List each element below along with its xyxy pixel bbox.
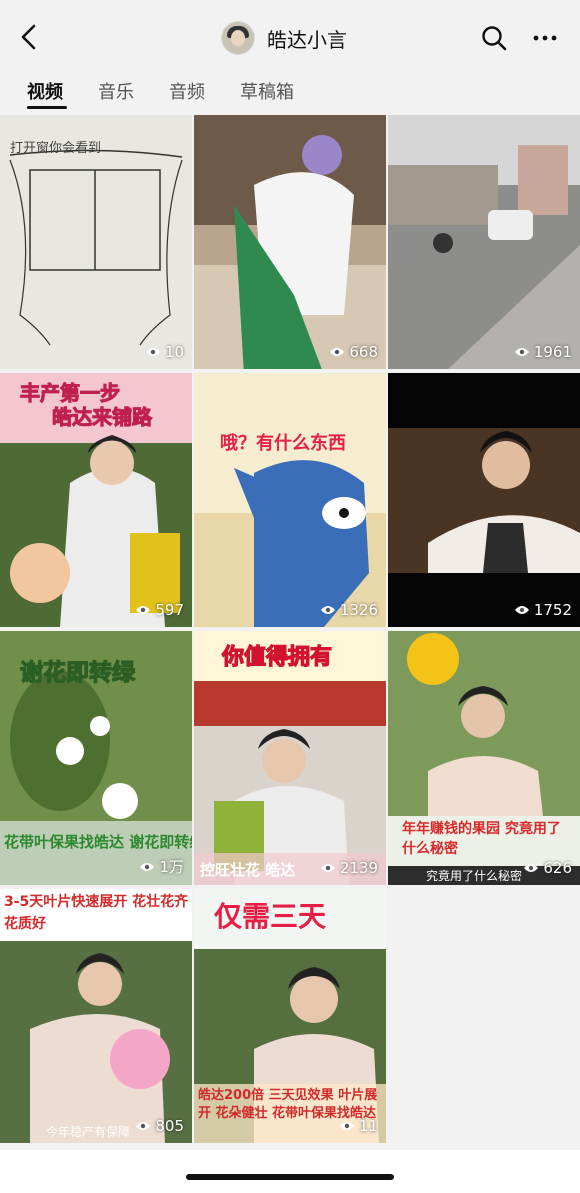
eye-icon: [320, 864, 335, 872]
video-caption-2: 控旺壮花 皓达: [200, 861, 296, 879]
tab-video[interactable]: 视频: [27, 78, 63, 104]
tab-music[interactable]: 音乐: [98, 78, 134, 104]
eye-icon: [339, 1122, 354, 1130]
eye-icon: [330, 348, 345, 356]
video-caption-2: 究竟用了什么秘密: [426, 869, 523, 883]
video-thumbnail[interactable]: 1961: [388, 115, 580, 369]
view-count-value: 626: [543, 859, 572, 877]
video-thumbnail[interactable]: 仅需三天 皓达200倍 三天见效果 叶片展开 花朵健壮 花带叶保果找皓达 11: [194, 889, 386, 1143]
video-thumbnail[interactable]: 丰产第一步 皓达来铺路 597: [0, 373, 192, 627]
chevron-left-icon[interactable]: [14, 22, 44, 52]
video-caption: 3-5天叶片快速展开 花壮花齐花质好: [4, 894, 189, 932]
video-caption: 你值得拥有: [221, 644, 333, 670]
video-caption: 年年赚钱的果园 究竟用了什么秘密: [402, 821, 561, 857]
avatar[interactable]: [221, 21, 255, 55]
eye-icon: [136, 606, 151, 614]
video-thumbnail[interactable]: 哦？有什么东西 1326: [194, 373, 386, 627]
video-thumbnail[interactable]: 3-5天叶片快速展开 花壮花齐花质好 今年稳产有保障 805: [0, 889, 192, 1143]
account-title[interactable]: 皓达小言: [221, 21, 347, 55]
search-icon[interactable]: [479, 23, 509, 53]
video-thumbnail[interactable]: 打开窗你会看到 10: [0, 115, 192, 369]
view-count: 1961: [514, 343, 572, 361]
eye-icon: [140, 862, 155, 871]
view-count: 1万: [139, 856, 184, 877]
view-count-value: 805: [155, 1117, 184, 1135]
eye-icon: [514, 348, 529, 356]
video-caption: 打开窗你会看到: [10, 141, 102, 156]
bottom-safe-area: [0, 1150, 580, 1193]
view-count-value: 1961: [533, 343, 572, 361]
eye-icon: [514, 606, 529, 614]
eye-icon: [524, 864, 539, 872]
view-count-value: 597: [155, 601, 184, 619]
view-count-value: 2139: [339, 859, 378, 877]
view-count-value: 11: [358, 1117, 378, 1135]
view-count: 2139: [320, 859, 378, 877]
eye-icon: [320, 606, 335, 614]
more-icon[interactable]: [530, 24, 560, 54]
video-caption: 哦？有什么东西: [220, 433, 346, 454]
view-count-value: 668: [349, 343, 378, 361]
video-thumbnail[interactable]: 668: [194, 115, 386, 369]
top-bar: 皓达小言: [0, 0, 580, 70]
view-count-value: 10: [164, 343, 184, 361]
view-count: 1326: [320, 601, 378, 619]
view-count-value: 1326: [339, 601, 378, 619]
view-count: 1752: [514, 601, 572, 619]
view-count-value: 1752: [533, 601, 572, 619]
view-count-value: 1万: [159, 858, 184, 876]
video-thumbnail[interactable]: 谢花即转绿 花带叶保果找皓达 谢花即转绿 1万: [0, 631, 192, 885]
view-count: 668: [329, 343, 378, 361]
tab-bar: 视频 音乐 音频 草稿箱: [0, 70, 580, 110]
video-thumbnail[interactable]: 年年赚钱的果园 究竟用了什么秘密 究竟用了什么秘密 626: [388, 631, 580, 885]
page-title: 皓达小言: [267, 27, 347, 52]
video-caption: 谢花即转绿: [19, 659, 135, 686]
view-count: 10: [145, 343, 184, 361]
tab-drafts[interactable]: 草稿箱: [240, 78, 294, 104]
video-caption: 仅需三天: [214, 900, 327, 933]
video-caption-2: 今年稳产有保障: [46, 1125, 131, 1139]
view-count: 626: [523, 859, 572, 877]
video-thumbnail[interactable]: 1752: [388, 373, 580, 627]
view-count: 597: [135, 601, 184, 619]
home-indicator[interactable]: [186, 1174, 394, 1180]
video-caption-2: 花带叶保果找皓达 谢花即转绿: [4, 833, 192, 851]
active-tab-indicator: [27, 106, 67, 109]
video-thumbnail[interactable]: 你值得拥有 控旺壮花 皓达 2139: [194, 631, 386, 885]
tab-audio[interactable]: 音频: [169, 78, 205, 104]
eye-icon: [136, 1122, 151, 1130]
eye-icon: [145, 348, 160, 356]
view-count: 805: [135, 1117, 184, 1135]
video-caption: 皓达来铺路: [52, 405, 153, 430]
view-count: 11: [339, 1117, 378, 1135]
